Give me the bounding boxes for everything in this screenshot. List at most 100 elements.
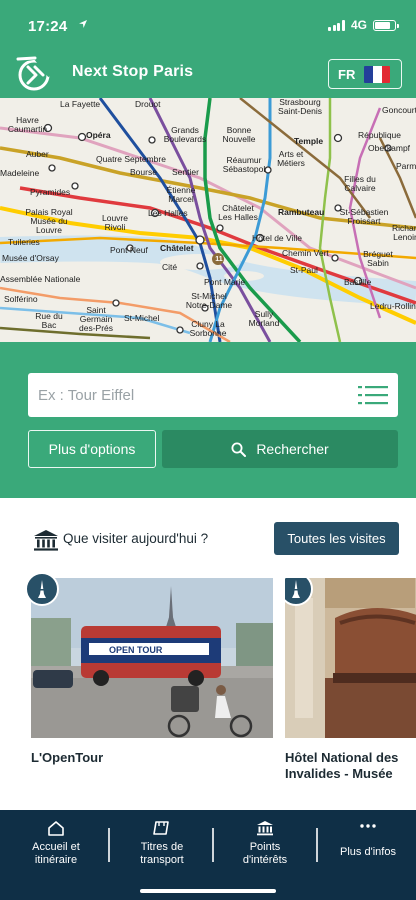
tab-label: Accueil et itinéraire <box>32 841 80 866</box>
status-indicators: 4G <box>328 18 399 32</box>
search-icon <box>231 442 247 457</box>
station-label: St-Sébastien Froissart <box>339 207 389 226</box>
visit-card-invalides[interactable]: Hôtel National des Invalides - Musée <box>285 578 416 782</box>
app-logo-icon <box>16 53 54 91</box>
more-icon <box>360 824 376 828</box>
station-label: Parmentier <box>396 161 416 171</box>
monument-badge-icon <box>25 572 59 606</box>
station-label: Rue du Bac <box>35 311 63 330</box>
station-label: Strasbourg Saint-Denis <box>278 98 322 116</box>
tab-label: Titres de transport <box>140 841 184 866</box>
station-label: Sentier <box>172 167 199 177</box>
station-label: Solférino <box>4 294 38 304</box>
status-bar: 17:24 4G <box>0 0 416 44</box>
station-label: Palais Royal Musée du Louvre <box>25 207 73 235</box>
station-label: Chemin Vert <box>282 248 329 258</box>
home-indicator <box>140 889 276 893</box>
station-label: Filles du Calvaire <box>344 174 376 193</box>
station-label: Hôtel de Ville <box>252 233 302 243</box>
home-icon <box>48 821 64 836</box>
station-label: Madeleine <box>0 168 40 178</box>
station-label: Drouot <box>135 99 161 109</box>
station-label: Étienne Marcel <box>166 185 196 204</box>
station-label: Pont Neuf <box>110 245 148 255</box>
visit-card-title: Hôtel National des Invalides - Musée <box>285 750 399 781</box>
opentour-photo: OPEN TOUR <box>31 578 273 738</box>
station-label: Opéra <box>86 130 111 140</box>
station-label: Sully Morland <box>248 309 280 328</box>
ticket-icon <box>153 821 169 835</box>
status-time: 17:24 <box>28 18 68 35</box>
station-label: St-Michel <box>124 313 160 323</box>
station-label: La Fayette <box>60 99 101 109</box>
station-label: Havre Caumartin <box>7 115 48 134</box>
station-label: Saint Germain des-Prés <box>78 305 113 333</box>
metro-map[interactable]: 11 La Fayette Drouot Strasbourg Saint-De… <box>0 98 416 342</box>
station-label: Assemblée Nationale <box>0 274 81 284</box>
station-label: Pont Marie <box>204 277 246 287</box>
language-selector[interactable]: FR <box>328 59 402 89</box>
battery-icon <box>373 19 399 31</box>
bus-sign: OPEN TOUR <box>109 645 163 655</box>
search-button[interactable]: Rechercher <box>162 430 398 468</box>
all-visits-button[interactable]: Toutes les visites <box>274 522 399 555</box>
tab-label: Points d'intérêts <box>242 841 288 866</box>
station-label: Musée d'Orsay <box>2 253 59 263</box>
station-label: Bonne Nouvelle <box>222 125 256 144</box>
tab-points-of-interest[interactable]: Points d'intérêts <box>215 810 315 890</box>
bottom-navigation: Accueil et itinéraire Titres de transpor… <box>0 810 416 900</box>
station-label: St-Paul <box>290 265 318 275</box>
app-bar: Next Stop Paris FR <box>0 50 416 96</box>
tab-home[interactable]: Accueil et itinéraire <box>6 810 106 890</box>
app-title: Next Stop Paris <box>72 63 194 80</box>
tab-tickets[interactable]: Titres de transport <box>112 810 212 890</box>
visits-title: Que visiter aujourd'hui ? <box>63 531 209 546</box>
visits-header: Que visiter aujourd'hui ? Toutes les vis… <box>0 520 416 560</box>
station-label: Réaumur Sébastopol <box>222 155 266 174</box>
station-label: Rambuteau <box>278 207 325 217</box>
search-box <box>28 373 398 417</box>
monument-icon <box>257 821 273 836</box>
search-panel: Plus d'options Rechercher <box>0 342 416 498</box>
museum-icon <box>34 530 58 551</box>
station-label: Quatre Septembre <box>96 154 166 164</box>
station-label: Les Halles <box>148 208 188 218</box>
station-label: Grands Boulevards <box>163 125 207 144</box>
location-arrow-icon <box>79 20 87 28</box>
tab-more-info[interactable]: Plus d'infos <box>320 810 416 890</box>
station-label: Arts et Métiers <box>277 149 305 168</box>
station-label: Châtelet Les Halles <box>218 203 258 222</box>
tab-divider <box>212 828 214 862</box>
station-label: Châtelet <box>160 243 194 253</box>
station-label: Ledru-Rollin <box>370 301 416 311</box>
visit-card-title: L'OpenTour <box>31 750 104 765</box>
station-label: Cité <box>162 262 178 272</box>
station-label: République <box>358 130 402 140</box>
visit-card-opentour[interactable]: OPEN TOUR L'OpenTour <box>25 572 273 766</box>
station-label: Oberkampf <box>368 143 411 153</box>
station-label: Bréguet Sabin <box>363 249 393 268</box>
network-type: 4G <box>350 18 367 32</box>
station-label: Temple <box>294 136 324 146</box>
signal-icon <box>328 19 345 31</box>
search-input[interactable] <box>28 373 348 417</box>
language-code: FR <box>338 66 356 82</box>
station-label: Bastille <box>344 277 372 287</box>
search-button-label: Rechercher <box>256 441 329 457</box>
station-label: Tuileries <box>8 237 40 247</box>
station-label: Richard Lenoir <box>392 224 416 242</box>
station-label: Goncourt <box>382 105 416 115</box>
tab-divider <box>108 828 110 862</box>
station-label: Auber <box>26 149 49 159</box>
app-header: 17:24 4G Next Stop Paris FR <box>0 0 416 98</box>
list-icon[interactable] <box>358 385 388 405</box>
french-flag-icon <box>364 65 391 83</box>
station-label: Bourse <box>130 167 157 177</box>
station-label: Pyramides <box>30 187 71 197</box>
station-label: Cluny La Sorbonne <box>189 319 227 338</box>
line-11-badge: 11 <box>215 256 223 263</box>
more-options-button[interactable]: Plus d'options <box>28 430 156 468</box>
tab-divider <box>316 828 318 862</box>
tab-label: Plus d'infos <box>340 846 396 858</box>
station-label: St-Michel Notre-Dame <box>185 291 233 310</box>
